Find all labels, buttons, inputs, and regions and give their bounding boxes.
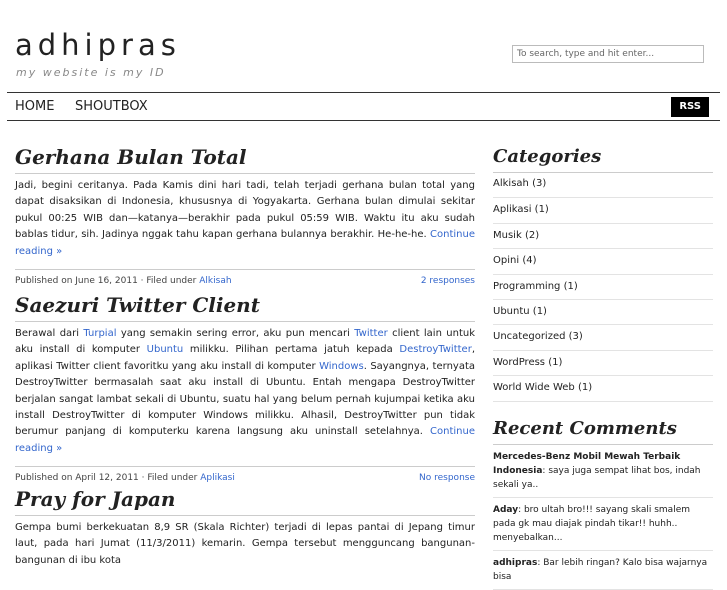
post-title[interactable]: Saezuri Twitter Client [15, 293, 475, 322]
twitter-link[interactable]: Twitter [354, 328, 388, 339]
category-item[interactable]: Ubuntu (1) [493, 300, 713, 326]
site-title[interactable]: adhipras [15, 29, 181, 61]
category-item[interactable]: Alkisah (3) [493, 173, 713, 199]
post-excerpt: Berawal dari Turpial yang semakin sering… [15, 326, 475, 457]
sidebar: Categories Alkisah (3) Aplikasi (1) Musi… [493, 146, 713, 590]
category-item[interactable]: Programming (1) [493, 275, 713, 300]
site-tagline: my website is my ID [16, 66, 166, 79]
post-title[interactable]: Gerhana Bulan Total [15, 145, 475, 174]
destroytwitter-link[interactable]: DestroyTwitter [399, 344, 471, 355]
recent-comment: adhipras: Bar lebih ringan? Kalo bisa wa… [493, 551, 713, 590]
rss-button[interactable]: RSS [671, 97, 709, 117]
post-date: Published on June 16, 2011 · Filed under [15, 276, 197, 287]
category-item[interactable]: Uncategorized (3) [493, 325, 713, 351]
post-category-link[interactable]: Alkisah [199, 276, 231, 286]
nav-shoutbox[interactable]: SHOUTBOX [75, 99, 148, 114]
post-date: Published on April 12, 2011 · Filed unde… [15, 473, 198, 484]
post-text: milikku. Pilihan pertama jatuh kepada [183, 344, 400, 356]
category-item[interactable]: World Wide Web (1) [493, 376, 713, 402]
post-text: Jadi, begini ceritanya. Pada Kamis dini … [15, 180, 475, 241]
post: Gerhana Bulan Total Jadi, begini ceritan… [15, 145, 475, 290]
post-category-link[interactable]: Aplikasi [200, 473, 235, 483]
post-text: . Sayangnya, ternyata DestroyTwitter ber… [15, 360, 476, 438]
post-text: Berawal dari [15, 328, 84, 339]
main-nav: HOME SHOUTBOX RSS [7, 92, 720, 121]
recent-comments-list: Mercedes-Benz Mobil Mewah Terbaik Indone… [493, 445, 713, 590]
windows-link[interactable]: Windows [319, 361, 364, 372]
post-meta: Published on April 12, 2011 · Filed unde… [15, 466, 475, 487]
category-item[interactable]: Opini (4) [493, 249, 713, 275]
post: Saezuri Twitter Client Berawal dari Turp… [15, 293, 475, 487]
categories-list: Alkisah (3) Aplikasi (1) Musik (2) Opini… [493, 173, 713, 402]
post-comments-link[interactable]: No response [419, 473, 475, 483]
post: Pray for Japan Gempa bumi berkekuatan 8,… [15, 487, 475, 569]
post-comments-link[interactable]: 2 responses [421, 276, 475, 286]
turpial-link[interactable]: Turpial [83, 328, 116, 339]
nav-home[interactable]: HOME [15, 99, 54, 114]
categories-heading: Categories [493, 146, 713, 173]
comment-author-link[interactable]: Aday [493, 505, 518, 515]
category-item[interactable]: Musik (2) [493, 224, 713, 250]
post-meta: Published on June 16, 2011 · Filed under… [15, 269, 475, 290]
ubuntu-link[interactable]: Ubuntu [147, 344, 184, 355]
search-input[interactable]: To search, type and hit enter... [512, 45, 704, 63]
post-excerpt: Jadi, begini ceritanya. Pada Kamis dini … [15, 178, 475, 260]
category-item[interactable]: WordPress (1) [493, 351, 713, 377]
recent-comment: Aday: bro ultah bro!!! sayang skali smal… [493, 498, 713, 551]
recent-comments-heading: Recent Comments [493, 418, 713, 445]
category-item[interactable]: Aplikasi (1) [493, 198, 713, 224]
recent-comment: Mercedes-Benz Mobil Mewah Terbaik Indone… [493, 445, 713, 498]
post-text: yang semakin sering error, aku pun menca… [116, 328, 355, 339]
comment-author-link[interactable]: adhipras [493, 558, 537, 568]
comment-text[interactable]: : bro ultah bro!!! sayang skali smalem p… [493, 505, 690, 543]
post-title[interactable]: Pray for Japan [15, 487, 475, 516]
